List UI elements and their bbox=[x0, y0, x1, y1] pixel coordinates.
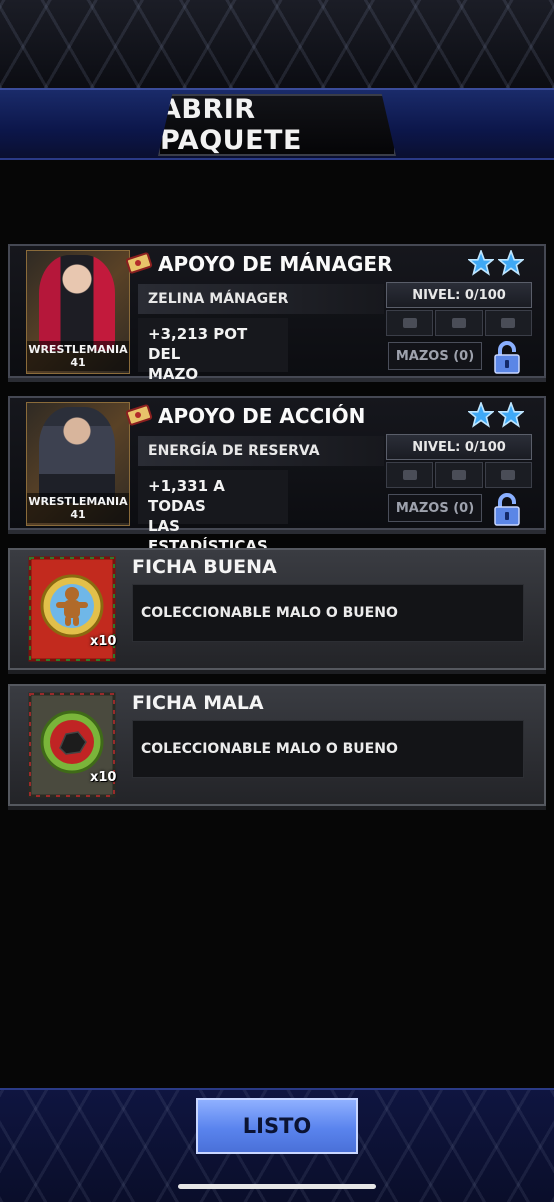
level-indicator: NIVEL: 0/100 bbox=[386, 282, 532, 308]
token-count: x10 bbox=[90, 634, 117, 649]
slot bbox=[484, 462, 532, 488]
card-art-zelina: WRESTLEMANIA 41 bbox=[26, 250, 130, 374]
lock-icon[interactable] bbox=[492, 492, 522, 526]
star-rating bbox=[468, 250, 524, 276]
level-indicator: NIVEL: 0/100 bbox=[386, 434, 532, 460]
card-title: APOYO DE MÁNAGER bbox=[158, 252, 393, 276]
card-description-line: MAZO bbox=[148, 365, 199, 383]
arena-truss-background bbox=[0, 0, 554, 92]
slot bbox=[435, 462, 483, 488]
decks-button[interactable]: MAZOS (0) bbox=[388, 494, 482, 522]
ticket-icon bbox=[126, 252, 153, 274]
upgrade-slots bbox=[386, 462, 532, 488]
slot bbox=[386, 462, 434, 488]
star-icon bbox=[468, 250, 494, 276]
upgrade-slots bbox=[386, 310, 532, 336]
slot bbox=[484, 310, 532, 336]
ticket-icon bbox=[126, 404, 153, 426]
slot bbox=[386, 310, 434, 336]
card-art-label: WRESTLEMANIA 41 bbox=[27, 341, 129, 371]
slot bbox=[435, 310, 483, 336]
card-description-line: +1,331 A TODAS bbox=[148, 477, 225, 515]
card-description-line: +3,213 POT DEL bbox=[148, 325, 248, 363]
star-icon bbox=[498, 250, 524, 276]
page-title: ABRIR PAQUETE bbox=[160, 94, 302, 156]
card-art-action: WRESTLEMANIA 41 bbox=[26, 402, 130, 526]
home-indicator bbox=[178, 1184, 376, 1189]
card-art-label: WRESTLEMANIA 41 bbox=[27, 493, 129, 523]
support-card-manager[interactable]: WRESTLEMANIA 41 APOYO DE MÁNAGER ZELINA … bbox=[8, 244, 546, 383]
star-icon bbox=[468, 402, 494, 428]
decks-button[interactable]: MAZOS (0) bbox=[388, 342, 482, 370]
card-description: +3,213 POT DEL MAZO bbox=[138, 318, 288, 383]
lock-icon[interactable] bbox=[492, 340, 522, 374]
token-title: FICHA BUENA bbox=[132, 556, 277, 578]
done-button[interactable]: LISTO bbox=[196, 1098, 358, 1154]
token-description: COLECCIONABLE MALO O BUENO bbox=[132, 720, 524, 778]
card-description: +1,331 A TODAS LAS ESTADÍSTICAS bbox=[138, 470, 288, 555]
star-icon bbox=[498, 402, 524, 428]
star-rating bbox=[468, 402, 524, 428]
token-title: FICHA MALA bbox=[132, 692, 264, 714]
token-count: x10 bbox=[90, 770, 117, 785]
token-row-bad[interactable]: x10 FICHA MALA COLECCIONABLE MALO O BUEN… bbox=[8, 684, 546, 806]
card-title: APOYO DE ACCIÓN bbox=[158, 404, 366, 428]
token-description: COLECCIONABLE MALO O BUENO bbox=[132, 584, 524, 642]
card-subtitle: ZELINA MÁNAGER bbox=[138, 284, 384, 314]
token-row-good[interactable]: x10 FICHA BUENA COLECCIONABLE MALO O BUE… bbox=[8, 548, 546, 670]
card-subtitle: ENERGÍA DE RESERVA bbox=[138, 436, 384, 466]
support-card-action[interactable]: WRESTLEMANIA 41 APOYO DE ACCIÓN ENERGÍA … bbox=[8, 396, 546, 555]
page-title-box: ABRIR PAQUETE bbox=[158, 94, 396, 156]
